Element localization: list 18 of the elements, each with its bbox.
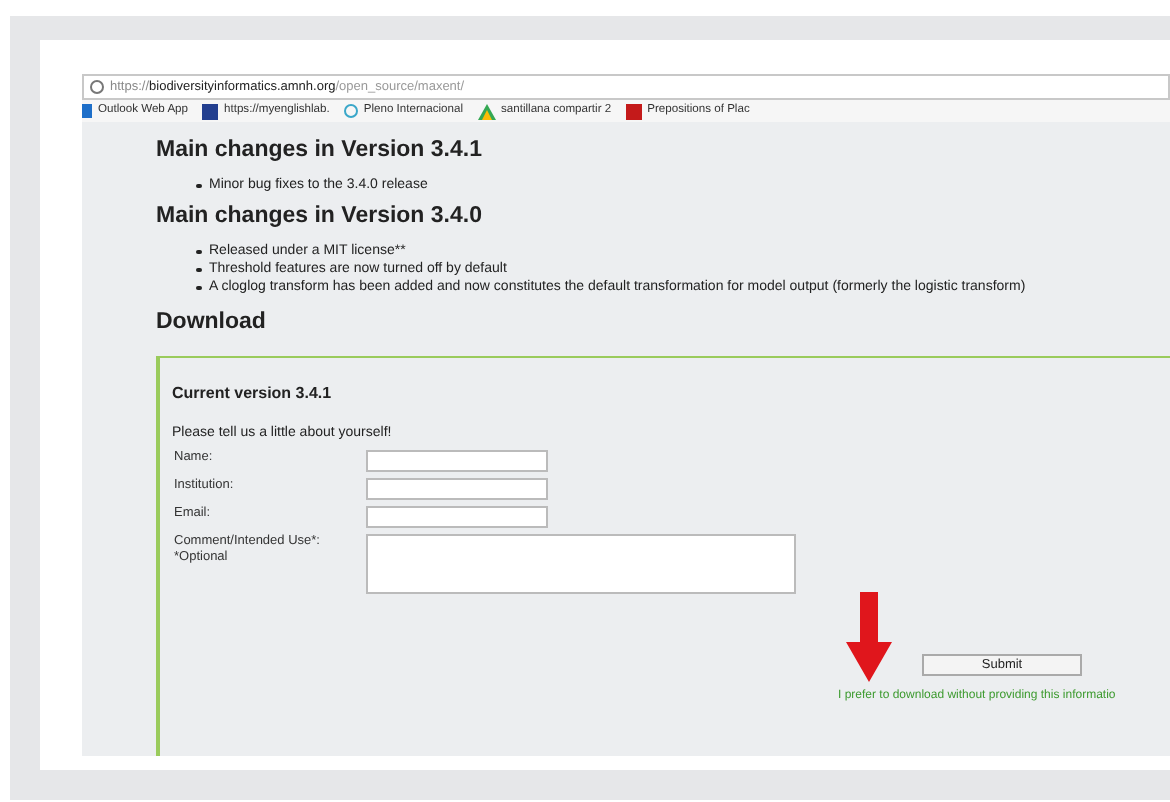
down-arrow-icon <box>846 592 892 682</box>
input-field[interactable] <box>366 449 548 471</box>
bullet-icon <box>196 267 201 272</box>
bullet-icon <box>196 183 201 188</box>
input-field[interactable] <box>366 477 548 499</box>
globe-icon <box>343 104 358 118</box>
section-heading: Download <box>156 308 268 336</box>
input-field[interactable] <box>366 505 548 527</box>
box-title: Current version 3.4.1 <box>172 382 334 406</box>
triangle-icon <box>477 103 495 119</box>
bullet-icon <box>196 249 201 254</box>
info-icon <box>90 80 104 94</box>
section-heading: Main changes in Version 3.4.0 <box>156 202 484 230</box>
square-icon <box>202 103 219 119</box>
bullet-icon <box>196 285 201 290</box>
mail-icon <box>82 104 92 118</box>
comment-field[interactable] <box>366 533 796 593</box>
section-heading: Main changes in Version 3.4.1 <box>156 136 484 164</box>
